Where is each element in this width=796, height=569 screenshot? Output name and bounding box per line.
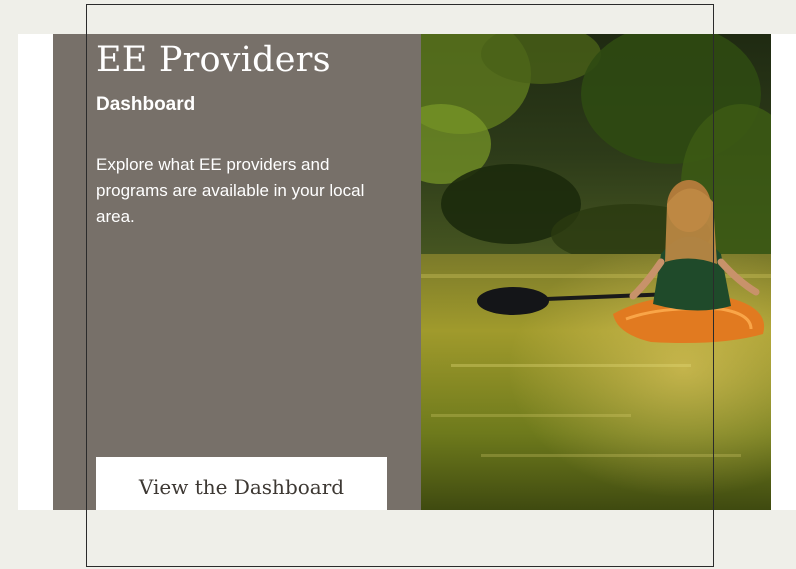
card-text-panel: EE Providers Dashboard Explore what EE p…: [53, 34, 421, 510]
card-title: EE Providers: [96, 40, 331, 80]
view-dashboard-button[interactable]: View the Dashboard: [96, 457, 387, 510]
kayak-photo: [421, 34, 771, 510]
card-subtitle: Dashboard: [96, 94, 196, 115]
kayak-river-photo: [421, 34, 771, 510]
card-description: Explore what EE providers and programs a…: [96, 155, 365, 226]
page: EE Providers Dashboard Explore what EE p…: [0, 0, 796, 569]
